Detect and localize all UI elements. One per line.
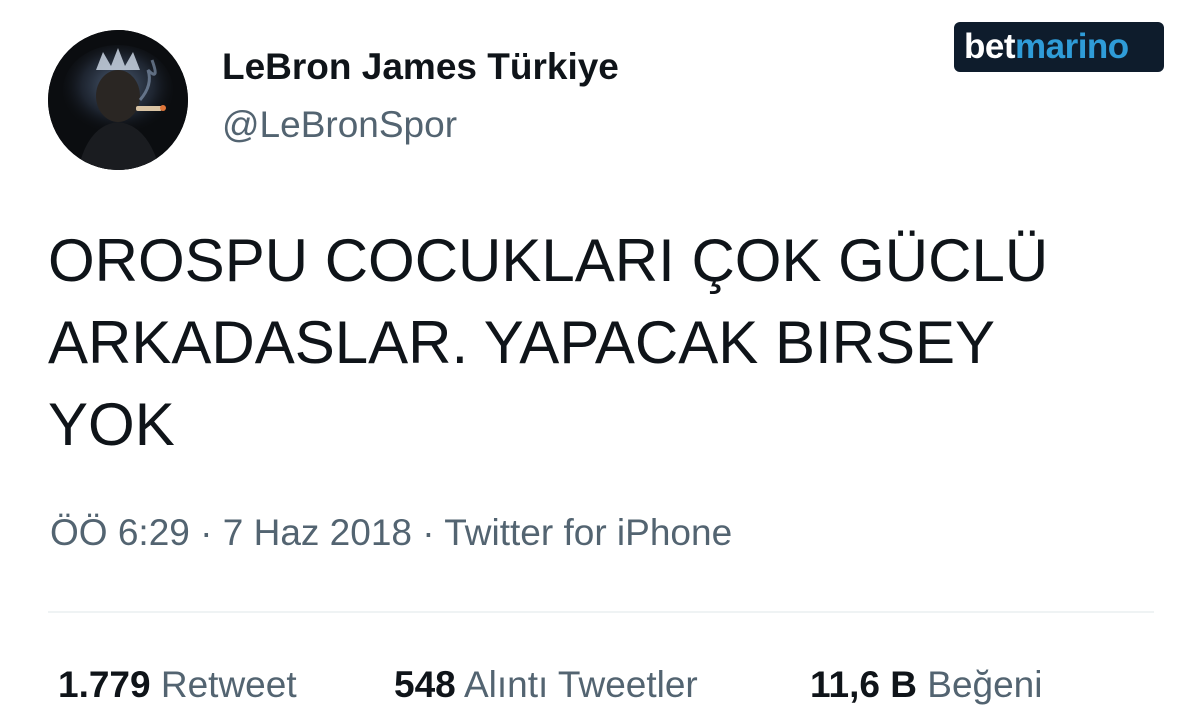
tweet-metadata: ÖÖ 6:29 · 7 Haz 2018 · Twitter for iPhon… <box>50 512 732 554</box>
retweet-count: 1.779 <box>58 664 151 705</box>
tweet-source[interactable]: Twitter for iPhone <box>444 512 732 553</box>
brand-logo-part-marino: marino <box>1015 27 1129 66</box>
author-avatar[interactable] <box>48 30 188 170</box>
meta-separator: · <box>422 512 435 553</box>
quote-count: 548 <box>394 664 456 705</box>
quote-count-link[interactable]: 548 Alıntı Tweetler <box>394 664 698 706</box>
tweet-time[interactable]: ÖÖ 6:29 <box>50 512 190 553</box>
brand-logo: betmarino <box>954 22 1164 72</box>
tweet-text-line: YOK <box>48 391 175 458</box>
meta-separator: · <box>200 512 213 553</box>
quote-label: Alıntı Tweetler <box>463 664 698 705</box>
retweet-label: Retweet <box>160 664 297 705</box>
like-count-link[interactable]: 11,6 B Beğeni <box>810 664 1042 706</box>
tweet-card: LeBron James Türkiye @LeBronSpor betmari… <box>0 0 1200 712</box>
divider <box>48 611 1154 613</box>
tweet-text-line: OROSPU COCUKLARI ÇOK GÜCLÜ <box>48 227 1049 294</box>
brand-logo-part-bet: bet <box>964 27 1016 66</box>
author-display-name[interactable]: LeBron James Türkiye <box>222 46 619 88</box>
tweet-text: OROSPU COCUKLARI ÇOK GÜCLÜ ARKADASLAR. Y… <box>48 220 1158 466</box>
tweet-date[interactable]: 7 Haz 2018 <box>223 512 412 553</box>
like-label: Beğeni <box>927 664 1043 705</box>
tweet-text-line: ARKADASLAR. YAPACAK BIRSEY <box>48 309 996 376</box>
author-handle[interactable]: @LeBronSpor <box>222 104 457 146</box>
like-count: 11,6 B <box>810 664 917 705</box>
retweet-count-link[interactable]: 1.779 Retweet <box>58 664 297 706</box>
profile-photo-icon <box>48 30 188 170</box>
